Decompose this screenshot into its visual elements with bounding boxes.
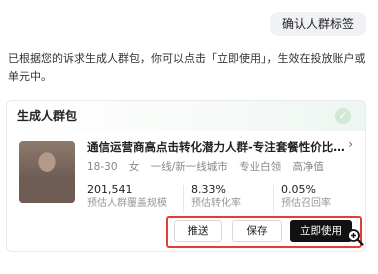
stat-label: 预估人群覆盖规模 xyxy=(87,198,167,209)
check-icon: ✓ xyxy=(335,108,351,124)
audience-package-name[interactable]: 通信运营商高点击转化潜力人群-专注套餐性价比-61... xyxy=(87,139,349,155)
stat-label: 预估转化率 xyxy=(191,198,241,209)
card-header: 生成人群包 ✓ xyxy=(7,101,365,131)
stat-value: 0.05% xyxy=(281,183,316,196)
stat-conversion: 8.33% 预估转化率 xyxy=(191,183,241,211)
avatar xyxy=(19,141,75,203)
tag-gender: 女 xyxy=(128,161,140,173)
stat-divider xyxy=(273,185,274,213)
assistant-intro-text: 已根据您的诉求生成人群包，你可以点击「立即使用」，生效在投放账户或单元中。 xyxy=(8,52,366,83)
tag-wealth: 高净值 xyxy=(292,161,324,173)
tag-age: 18-30 xyxy=(87,161,118,173)
tag-city-tier: 一线/新一线城市 xyxy=(150,161,228,173)
use-now-button[interactable]: 立即使用 xyxy=(290,220,352,242)
tag-occupation: 专业白领 xyxy=(239,161,282,173)
push-button[interactable]: 推送 xyxy=(174,220,222,242)
stat-divider xyxy=(183,185,184,213)
audience-stats: 201,541 预估人群覆盖规模 8.33% 预估转化率 0.05% 预估召回率 xyxy=(87,183,357,217)
stat-recall: 0.05% 预估召回率 xyxy=(281,183,331,211)
stat-value: 201,541 xyxy=(87,183,133,196)
audience-tags: 18-30 女 一线/新一线城市 专业白领 高净值 xyxy=(87,159,332,174)
zoom-in-icon xyxy=(347,229,364,246)
confirm-audience-tags-message: 确认人群标签 xyxy=(269,12,366,36)
chevron-right-icon[interactable]: › xyxy=(348,137,353,151)
stat-label: 预估召回率 xyxy=(281,198,331,209)
card-title: 生成人群包 xyxy=(17,109,78,123)
stat-coverage: 201,541 预估人群覆盖规模 xyxy=(87,183,167,211)
save-button[interactable]: 保存 xyxy=(232,220,282,242)
stat-value: 8.33% xyxy=(191,183,226,196)
